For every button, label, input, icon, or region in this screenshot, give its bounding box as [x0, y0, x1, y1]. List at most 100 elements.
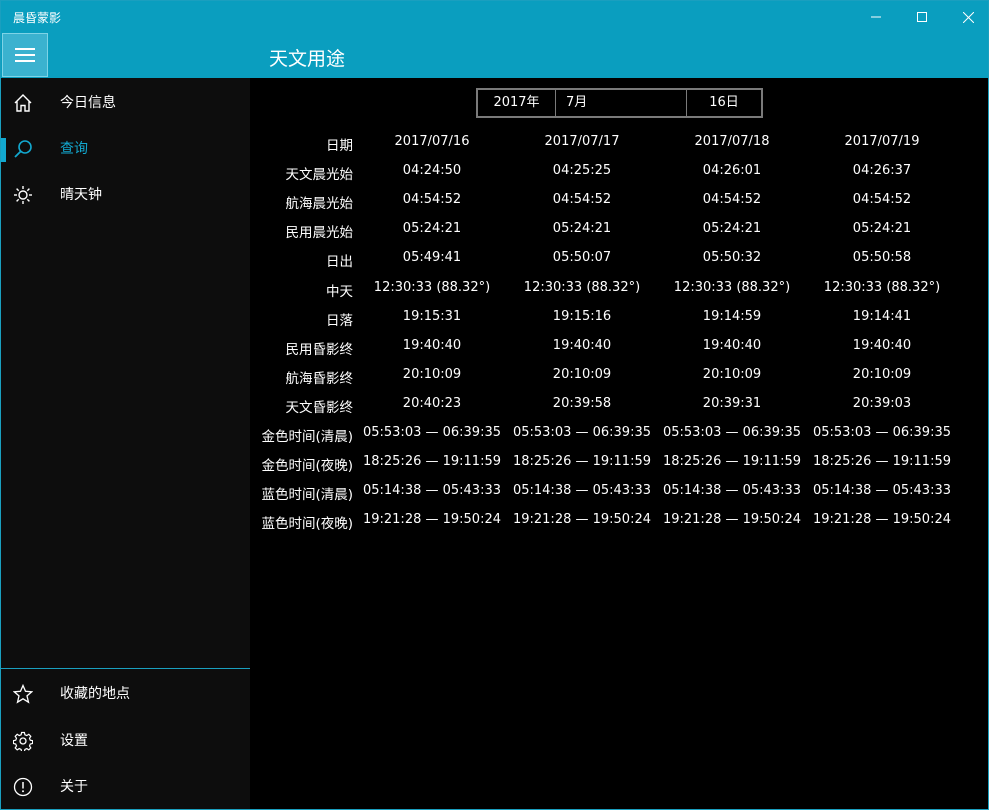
- table-cell: 18:25:26 — 19:11:59: [812, 454, 952, 470]
- hamburger-menu-button[interactable]: [2, 33, 48, 77]
- maximize-button[interactable]: [899, 1, 945, 33]
- row-label: 民用晨光始: [285, 225, 354, 242]
- table-cell: 20:10:09: [702, 366, 762, 382]
- table-cell: 12:30:33 (88.32°): [523, 279, 641, 295]
- table-row: 民用晨光始 05:24:21 05:24:21 05:24:21 05:24:21: [251, 216, 988, 245]
- table-cell: 19:14:41: [852, 308, 912, 324]
- table-cell: 20:39:58: [552, 395, 612, 411]
- row-label: 天文晨光始: [285, 167, 354, 184]
- table-cell: 19:2: [957, 512, 988, 527]
- table-cell: 05:53:03 — 06:39:35: [512, 425, 652, 440]
- year-selector[interactable]: 2017年: [478, 90, 556, 116]
- table-row: 天文晨光始 04:24:50 04:25:25 04:26:01 04:26:37: [251, 158, 988, 187]
- table-cell: 2017/07/19: [844, 134, 920, 149]
- table-cell: 18:2: [957, 454, 988, 469]
- date-picker: 2017年 7月 16日: [476, 88, 763, 118]
- app-title: 晨昏蒙影: [13, 11, 62, 25]
- table-cell: 12: [957, 280, 988, 295]
- table-cell: 05:24:21: [552, 221, 612, 237]
- table-cell: 05:50:32: [702, 250, 762, 266]
- row-label: 日落: [326, 312, 353, 329]
- sidebar-item-today[interactable]: 今日信息: [1, 79, 250, 125]
- row-label: 日出: [326, 254, 353, 271]
- sidebar: 今日信息 查询 晴天钟 收藏的地点 设置 关于: [1, 78, 250, 809]
- sidebar-item-label: 查询: [60, 141, 88, 157]
- table-cell: 04:54:52: [402, 192, 462, 208]
- page-title: 天文用途: [269, 48, 346, 70]
- table-cell: 20:39:03: [852, 395, 912, 411]
- sidebar-item-about[interactable]: 关于: [1, 763, 250, 809]
- table-cell: 04:54:52: [702, 192, 762, 208]
- sidebar-item-label: 收藏的地点: [60, 686, 130, 702]
- table-cell: 20:40:23: [402, 395, 462, 411]
- table-cell: 18:25:26 — 19:11:59: [512, 454, 652, 470]
- table-row: 航海昏影终 20:10:09 20:10:09 20:10:09 20:10:09: [251, 362, 988, 391]
- table-cell: 19:15:16: [552, 308, 612, 324]
- row-label: 金色时间(清晨): [261, 429, 353, 445]
- row-label: 蓝色时间(清晨): [261, 487, 353, 504]
- row-label: 日期: [326, 138, 353, 154]
- sidebar-item-label: 设置: [60, 733, 88, 749]
- table-cell: 2017/07/16: [394, 134, 470, 149]
- gear-icon: [12, 730, 34, 752]
- table-cell: 04:26:37: [852, 163, 912, 179]
- table-cell: 04:25:25: [552, 163, 612, 179]
- close-button[interactable]: [945, 1, 988, 33]
- sidebar-item-label: 今日信息: [60, 95, 116, 111]
- page-header: 天文用途: [1, 33, 988, 78]
- table-row: 日期 2017/07/16 2017/07/17 2017/07/18 2017/07/…: [251, 129, 988, 158]
- table-cell: 05:14:38 — 05:43:33: [362, 483, 502, 499]
- table-row: 金色时间(清晨) 05:53:03 — 06:39:35 05:53:03 — 06…: [251, 420, 988, 449]
- sidebar-item-settings[interactable]: 设置: [1, 717, 250, 763]
- table-cell: 05:50:58: [852, 250, 912, 266]
- table-cell: 05:24:21: [702, 221, 762, 237]
- table-row: 天文昏影终 20:40:23 20:39:58 20:39:31 20:39:03: [251, 391, 988, 420]
- table-cell: 19:40:40: [852, 337, 912, 353]
- table-cell: 05:24:21: [852, 221, 912, 237]
- table-cell: 12:30:33 (88.32°): [823, 279, 941, 295]
- table-cell: 05:24:21: [402, 221, 462, 237]
- day-selector[interactable]: 16日: [687, 90, 761, 116]
- table-cell: 04:54:52: [852, 192, 912, 208]
- sidebar-divider: [1, 668, 250, 669]
- table-cell: 19:21:28 — 19:50:24: [662, 512, 802, 528]
- table-row: 蓝色时间(夜晚) 19:21:28 — 19:50:24 19:21:28 — 19…: [251, 507, 988, 536]
- table-cell: 20:10:09: [402, 366, 462, 382]
- row-label: 蓝色时间(夜晚): [261, 516, 353, 533]
- table-cell: 19:40:40: [552, 337, 612, 353]
- table-cell: 19:15:31: [402, 308, 462, 324]
- minimize-icon: [871, 16, 881, 18]
- hamburger-line: [15, 60, 35, 62]
- home-icon: [12, 92, 34, 114]
- month-selector[interactable]: 7月: [556, 90, 687, 116]
- table-cell: 05:53:03 — 06:39:35: [362, 425, 502, 440]
- minimize-button[interactable]: [853, 1, 899, 33]
- sidebar-item-label: 晴天钟: [60, 187, 102, 203]
- table-cell: 05:14:38 — 05:43:33: [812, 483, 952, 499]
- hamburger-line: [15, 48, 35, 50]
- row-label: 航海晨光始: [285, 196, 354, 213]
- table-cell: 05:49:41: [402, 250, 462, 266]
- table-cell: 05:50:07: [552, 250, 612, 266]
- hamburger-line: [15, 54, 35, 56]
- table-cell: 20:10:09: [852, 366, 912, 382]
- close-icon: [962, 11, 974, 23]
- sidebar-item-query[interactable]: 查询: [1, 125, 250, 171]
- sun-icon: [12, 184, 34, 206]
- sidebar-item-favorite-locations[interactable]: 收藏的地点: [1, 670, 250, 716]
- maximize-icon: [917, 12, 927, 22]
- table-cell: 19:21:28 — 19:50:24: [812, 512, 952, 528]
- search-icon: [12, 138, 34, 160]
- row-label: 天文昏影终: [285, 399, 354, 416]
- row-label: 金色时间(夜晚): [261, 458, 353, 475]
- table-row: 金色时间(夜晚) 18:25:26 — 19:11:59 18:25:26 — 19…: [251, 449, 988, 478]
- table-cell: 19:14:59: [702, 308, 762, 324]
- table-cell: 04:54:52: [552, 192, 612, 208]
- table-row: 日出 05:49:41 05:50:07 05:50:32 05:50:58: [251, 245, 988, 274]
- star-icon: [12, 683, 34, 705]
- sidebar-item-clear-sky-clock[interactable]: 晴天钟: [1, 171, 250, 217]
- sidebar-item-label: 关于: [60, 779, 88, 795]
- table-row: 航海晨光始 04:54:52 04:54:52 04:54:52 04:54:52: [251, 187, 988, 216]
- table-cell: 05:53:03 — 06:39:35: [662, 425, 802, 440]
- table-cell: 19:21:28 — 19:50:24: [362, 512, 502, 528]
